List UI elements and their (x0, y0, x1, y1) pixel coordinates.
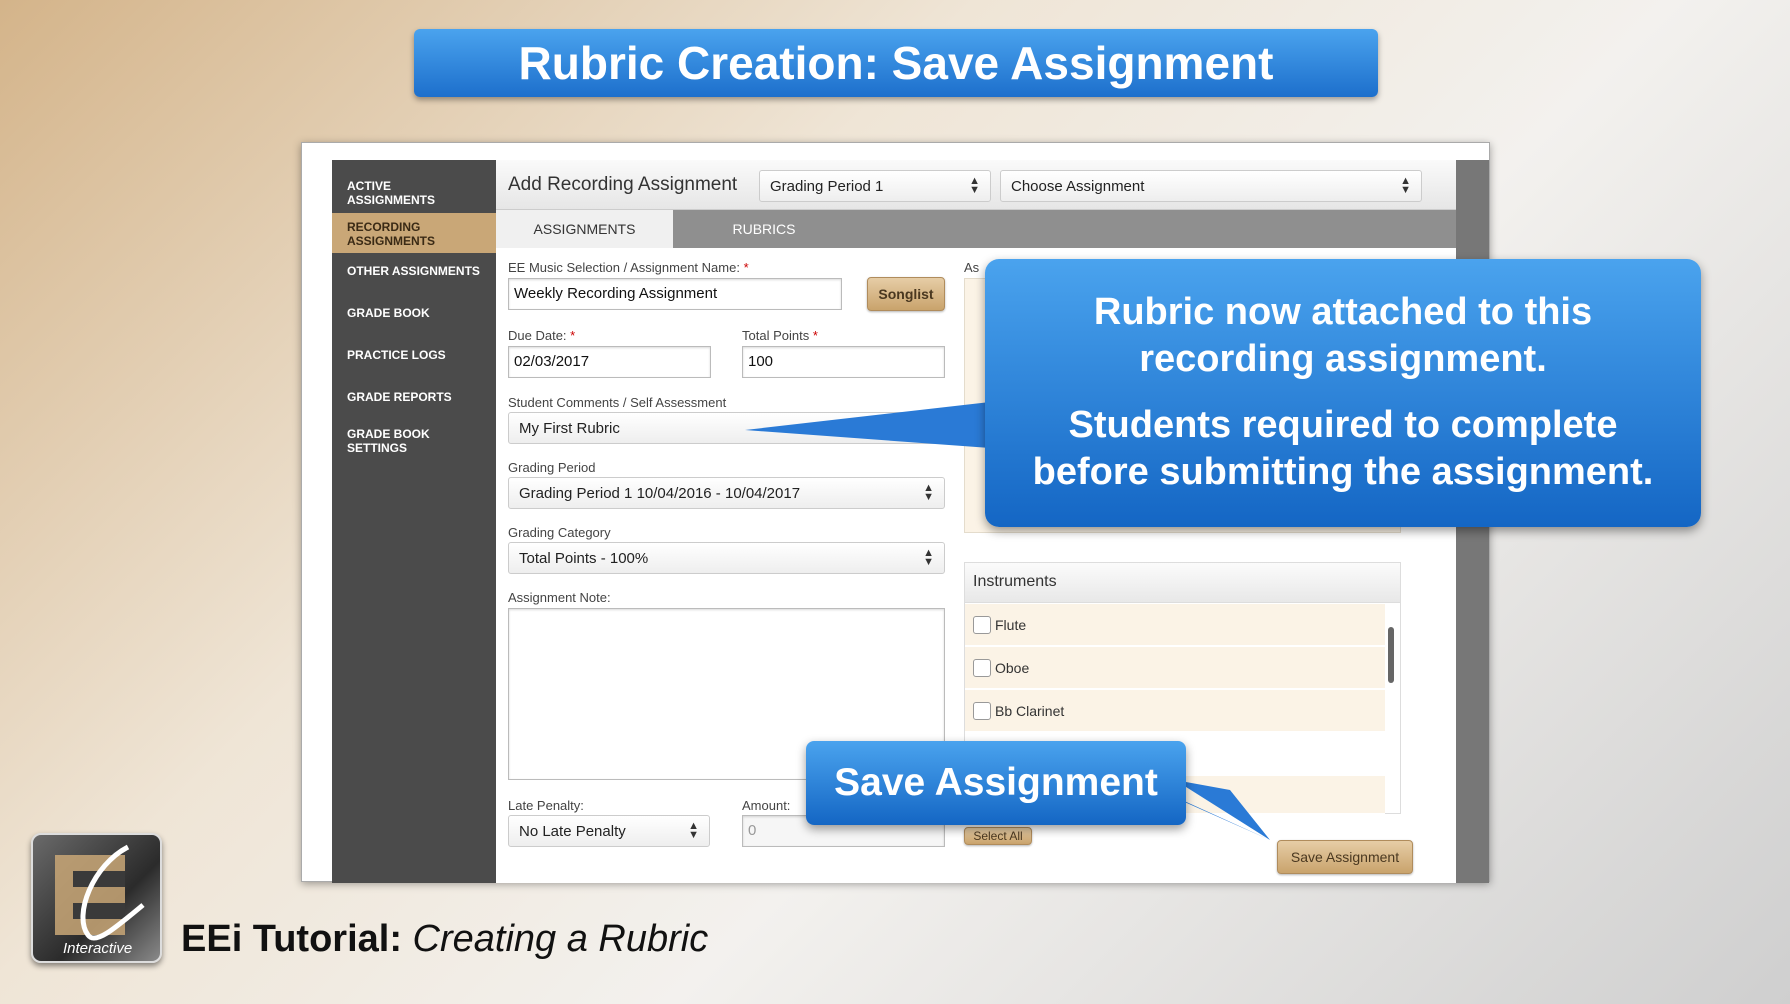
checkbox[interactable] (973, 615, 991, 634)
sidebar-item-grade-book-settings[interactable]: GRADE BOOK SETTINGS (332, 427, 452, 455)
callout-line: recording assignment. (1139, 338, 1547, 380)
tab-assignments[interactable]: ASSIGNMENTS (496, 210, 673, 248)
tab-rubrics[interactable]: RUBRICS (673, 210, 855, 248)
sidebar-item-grade-reports[interactable]: GRADE REPORTS (332, 390, 496, 404)
page-title: Add Recording Assignment (508, 174, 738, 195)
late-penalty-select[interactable]: No Late Penalty ▲ ▼ (508, 815, 710, 847)
student-comments-select[interactable]: My First Rubric (508, 412, 945, 444)
rubric-attached-callout: Rubric now attached to this recording as… (985, 259, 1701, 527)
late-penalty-select-value: No Late Penalty (519, 823, 626, 840)
select-arrows-icon: ▲ ▼ (923, 482, 934, 503)
right-column-label: As (964, 260, 980, 275)
save-assignment-callout: Save Assignment (806, 741, 1186, 825)
grading-period-label: Grading Period (508, 460, 596, 475)
grading-category-label: Grading Category (508, 525, 611, 540)
grading-period-form-select[interactable]: Grading Period 1 10/04/2016 - 10/04/2017… (508, 477, 945, 509)
sidebar-item-active-assignments[interactable]: ACTIVE ASSIGNMENTS (332, 179, 496, 207)
student-comments-select-value: My First Rubric (519, 420, 620, 437)
scroll-thumb[interactable] (1388, 627, 1394, 683)
assignment-name-label: EE Music Selection / Assignment Name: * (508, 260, 749, 275)
footer-caption: EEi Tutorial: Creating a Rubric (181, 918, 708, 961)
save-assignment-button[interactable]: Save Assignment (1277, 840, 1413, 874)
late-penalty-label: Late Penalty: (508, 798, 584, 813)
choose-assignment-select-value: Choose Assignment (1011, 178, 1145, 195)
student-comments-label: Student Comments / Self Assessment (508, 395, 727, 410)
due-date-input[interactable]: 02/03/2017 (508, 346, 711, 378)
select-arrows-icon: ▲ ▼ (969, 175, 980, 196)
tab-bar: ASSIGNMENTS RUBRICS (496, 210, 1458, 248)
instrument-row-flute[interactable]: Flute (965, 604, 1385, 646)
required-marker: * (743, 260, 749, 275)
grading-category-select-value: Total Points - 100% (519, 550, 649, 567)
choose-assignment-select[interactable]: Choose Assignment ▲ ▼ (1000, 170, 1422, 202)
assignment-note-label: Assignment Note: (508, 590, 611, 605)
sidebar-item-practice-logs[interactable]: PRACTICE LOGS (332, 348, 496, 362)
songlist-button[interactable]: Songlist (867, 277, 945, 311)
instruments-scrollbar[interactable] (1386, 609, 1396, 809)
callout-line: Students required to complete (1068, 404, 1618, 446)
sidebar-item-grade-book[interactable]: GRADE BOOK (332, 306, 496, 320)
required-marker: * (570, 328, 576, 343)
callout-line: Save Assignment (834, 761, 1158, 804)
instrument-label: Flute (995, 616, 1027, 633)
select-arrows-icon: ▲ ▼ (688, 820, 699, 841)
checkbox[interactable] (973, 701, 991, 720)
total-points-label: Total Points * (742, 328, 818, 343)
due-date-label: Due Date: * (508, 328, 576, 343)
instrument-label: Bb Clarinet (995, 702, 1065, 719)
total-points-input[interactable]: 100 (742, 346, 945, 378)
required-marker: * (812, 328, 818, 343)
top-bar: Add Recording Assignment Grading Period … (496, 160, 1458, 210)
tutorial-title-banner: Rubric Creation: Save Assignment (414, 29, 1378, 97)
tutorial-title: Rubric Creation: Save Assignment (518, 37, 1274, 89)
sidebar: ACTIVE ASSIGNMENTS RECORDING ASSIGNMENTS… (332, 160, 496, 883)
instruments-title: Instruments (965, 563, 1400, 603)
callout-line: Rubric now attached to this (1093, 291, 1593, 333)
amount-label: Amount: (742, 798, 791, 813)
footer-bold: EEi Tutorial: (181, 918, 402, 960)
checkbox[interactable] (973, 658, 991, 677)
callout-line: before submitting the assignment. (1032, 451, 1654, 493)
assignment-name-input[interactable]: Weekly Recording Assignment (508, 278, 842, 310)
eei-logo-icon: Interactive (31, 833, 162, 963)
instrument-row-oboe[interactable]: Oboe (965, 647, 1385, 689)
select-all-button[interactable]: Select All (964, 827, 1032, 845)
grading-category-select[interactable]: Total Points - 100% ▲ ▼ (508, 542, 945, 574)
sidebar-item-recording-assignments[interactable]: RECORDING ASSIGNMENTS (332, 213, 496, 253)
instrument-label: Oboe (995, 659, 1030, 676)
grading-period-form-select-value: Grading Period 1 10/04/2016 - 10/04/2017 (519, 485, 801, 502)
grading-period-select-value: Grading Period 1 (770, 178, 884, 195)
sidebar-item-other-assignments[interactable]: OTHER ASSIGNMENTS (332, 264, 496, 278)
select-arrows-icon: ▲ ▼ (1400, 175, 1411, 196)
instrument-row-bb-clarinet[interactable]: Bb Clarinet (965, 690, 1385, 732)
logo-text: Interactive (63, 940, 133, 957)
footer-italic: Creating a Rubric (412, 918, 709, 960)
grading-period-select[interactable]: Grading Period 1 ▲ ▼ (759, 170, 991, 202)
select-arrows-icon: ▲ ▼ (923, 547, 934, 568)
